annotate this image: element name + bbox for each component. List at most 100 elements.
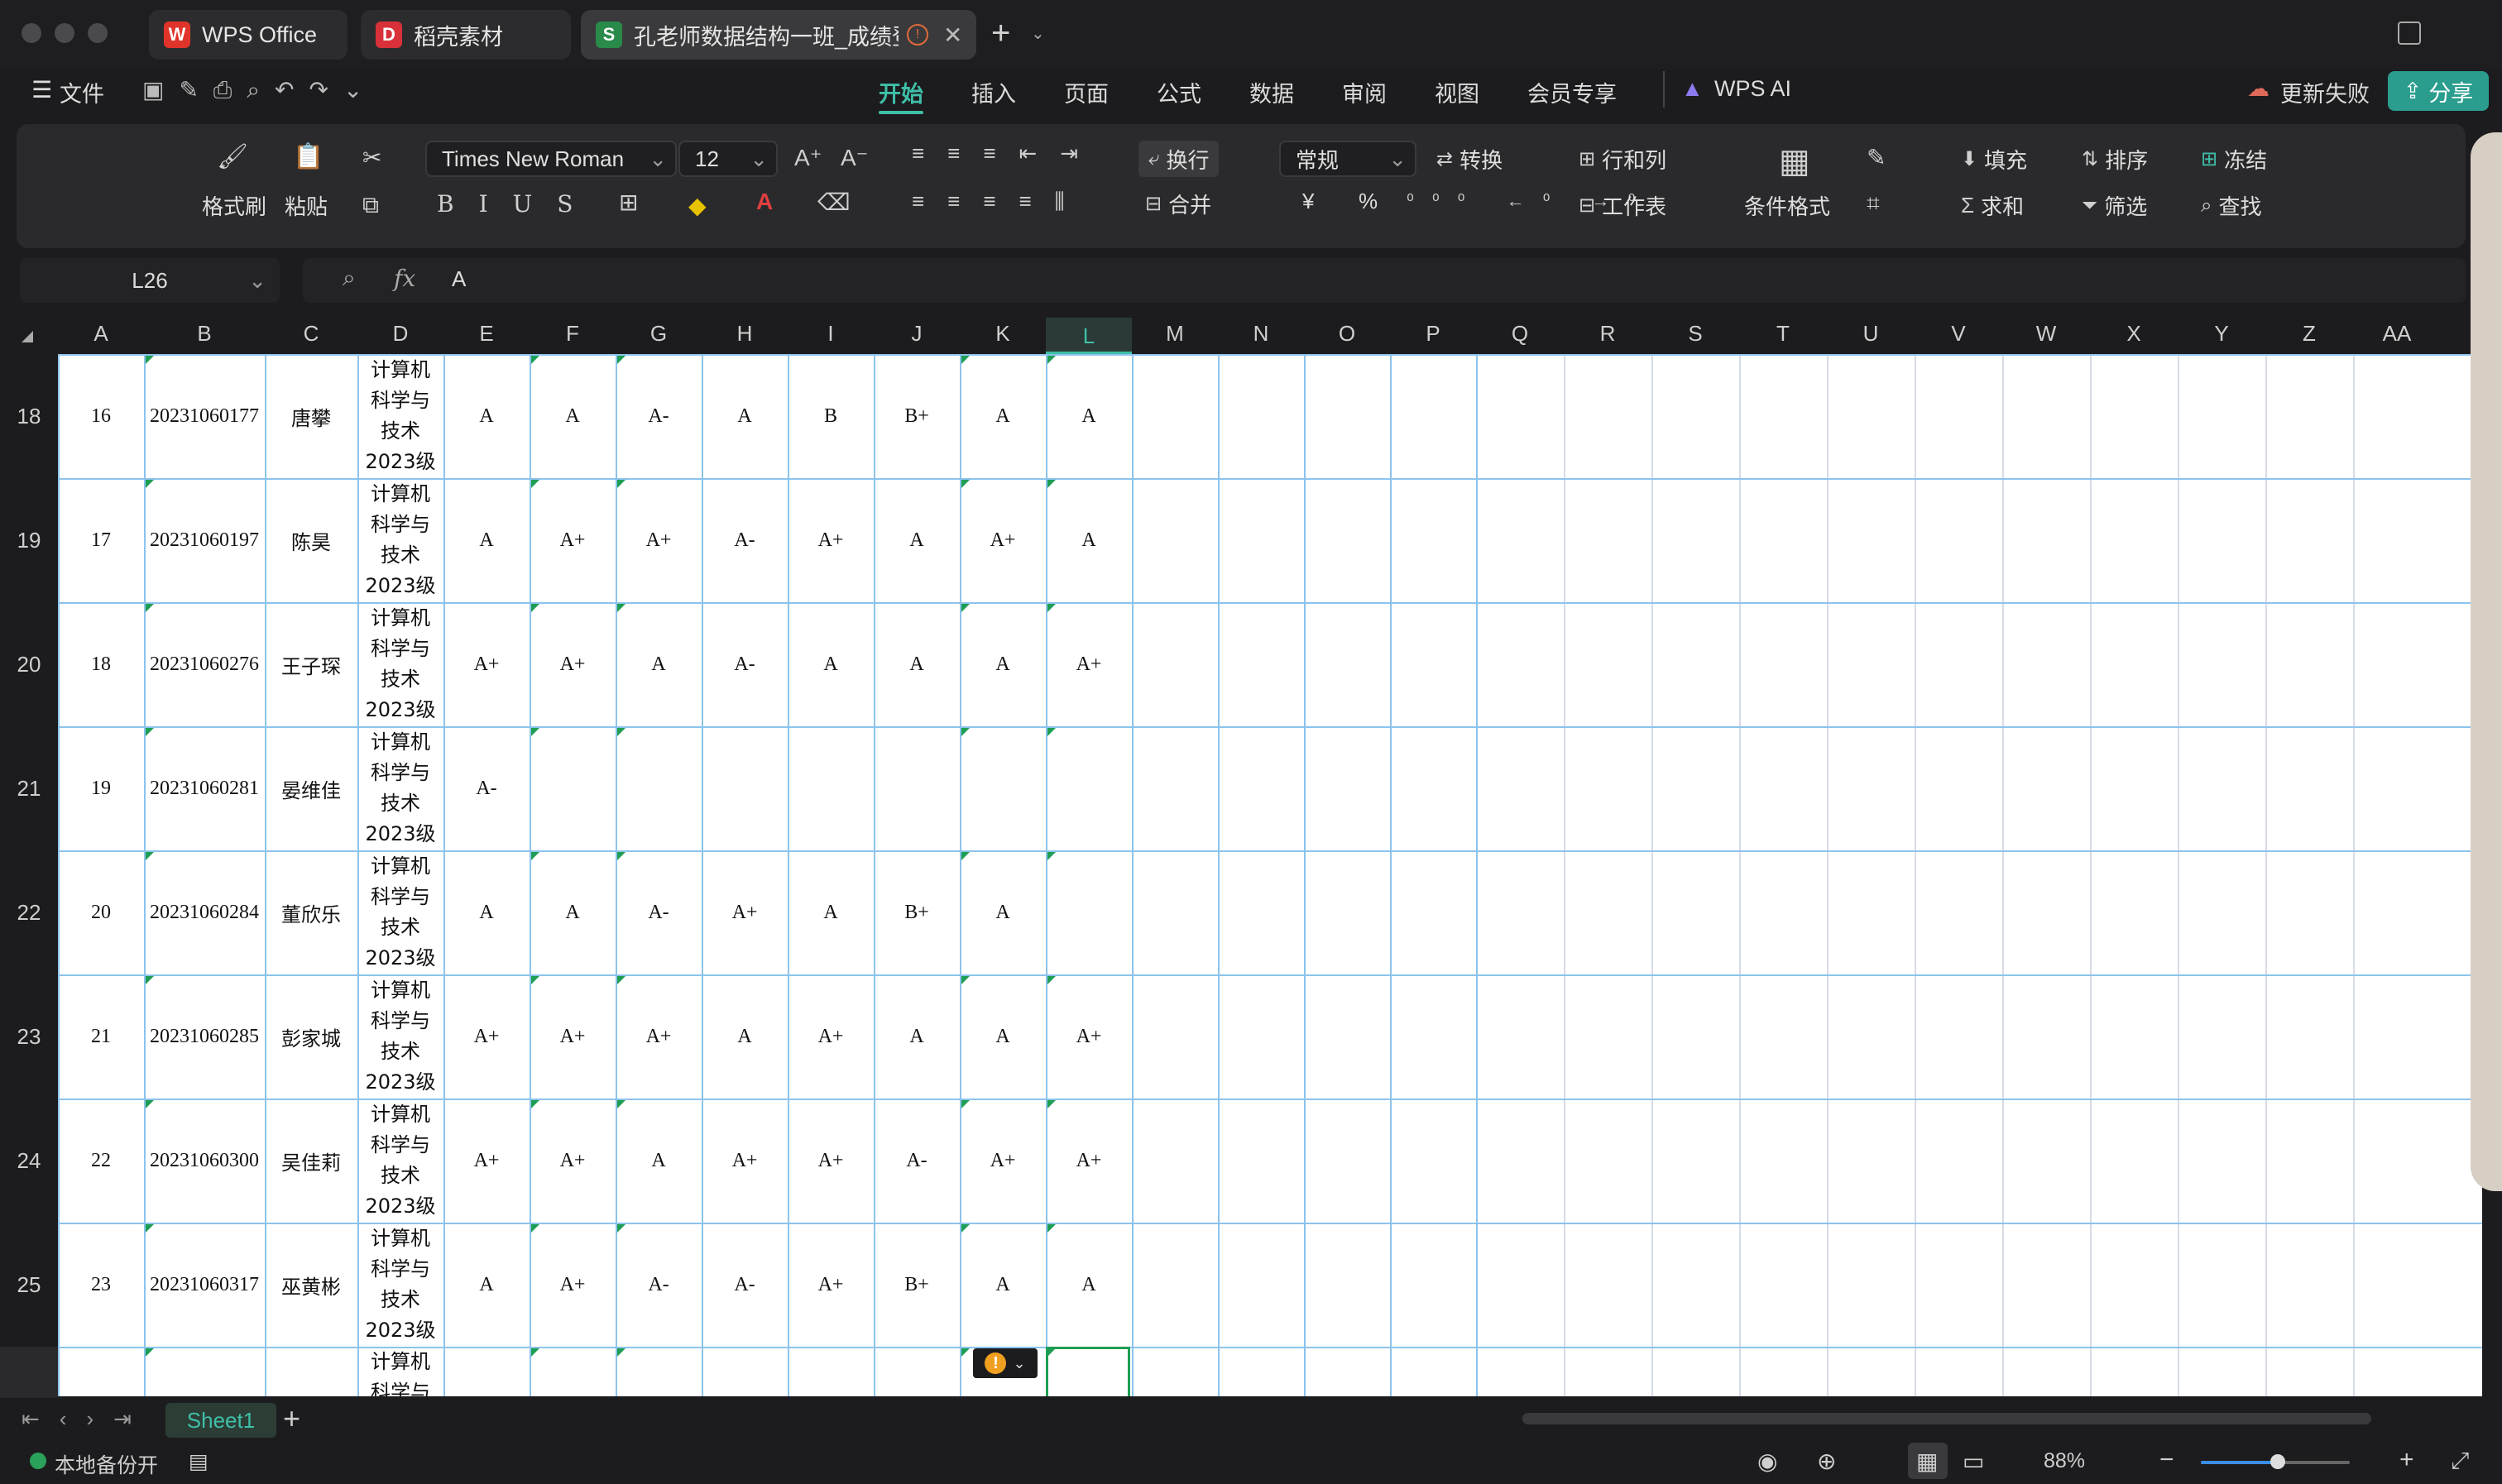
formula-content[interactable]: A (452, 266, 466, 292)
cell-a[interactable]: 17 (58, 478, 144, 602)
cell-h[interactable] (702, 1347, 788, 1396)
cell-g[interactable]: A+ (616, 974, 702, 1099)
cell-k[interactable]: A (960, 1223, 1046, 1347)
cell-f[interactable] (530, 1347, 616, 1396)
cell-e[interactable] (443, 1347, 530, 1396)
worksheet-button[interactable]: ⊟ 工作表 (1579, 190, 1666, 221)
cell-i[interactable]: A+ (788, 974, 874, 1099)
backup-status[interactable]: 本地备份开 (55, 1449, 158, 1479)
font-size-select[interactable]: 12 ⌄ (678, 141, 778, 177)
cell-j[interactable]: B+ (874, 1223, 960, 1347)
cell-f[interactable]: A (530, 354, 616, 478)
tab-docer-materials[interactable]: D 稻壳素材 (361, 10, 571, 60)
cell-i[interactable]: A+ (788, 478, 874, 602)
tab-spreadsheet[interactable]: S 孔老师数据结构一班_成绩登 ! ✕ (581, 10, 976, 60)
row-header[interactable]: 20 (0, 602, 58, 726)
cell-d[interactable]: 计算机 科学与 技术 2023级 (357, 726, 443, 850)
column-header-x[interactable]: X (2090, 321, 2178, 347)
cell-c[interactable]: 彭家城 (265, 974, 357, 1099)
cell-f[interactable] (530, 726, 616, 850)
column-header-b[interactable]: B (144, 321, 265, 347)
find-button[interactable]: ⌕ 查找 (2201, 190, 2261, 221)
cell-d[interactable]: 计算机 科学与 技术 2023级 (357, 478, 443, 602)
cell-c[interactable] (265, 1347, 357, 1396)
fx-icon[interactable]: fx (394, 265, 415, 292)
column-header-v[interactable]: V (1915, 321, 2002, 347)
cell-k[interactable]: A (960, 974, 1046, 1099)
cell-a[interactable]: 23 (58, 1223, 144, 1347)
cell-b[interactable]: 20231060285 (144, 974, 265, 1099)
cell-a[interactable]: 18 (58, 602, 144, 726)
cell-g[interactable] (616, 1347, 702, 1396)
column-header-j[interactable]: J (874, 321, 960, 347)
border-icon[interactable]: ⊞ (619, 189, 638, 216)
new-tab-button[interactable]: + (991, 15, 1010, 52)
merge-button[interactable]: ⊟ 合并 (1145, 189, 1211, 219)
cell-g[interactable] (616, 726, 702, 850)
horizontal-align-buttons[interactable]: ≡≡≡≡⫼ (912, 189, 1088, 215)
cell-i[interactable]: A+ (788, 1099, 874, 1223)
cell-d[interactable]: 计算机 科学与 技术 2023级 (357, 974, 443, 1099)
menu-data[interactable]: 数据 (1249, 76, 1294, 108)
column-header-m[interactable]: M (1132, 321, 1218, 347)
cell-l[interactable]: A+ (1046, 1099, 1132, 1223)
column-header-c[interactable]: C (265, 321, 357, 347)
cell-j[interactable]: A (874, 478, 960, 602)
cell-g[interactable]: A- (616, 1223, 702, 1347)
select-all-corner[interactable] (22, 331, 33, 342)
menu-review[interactable]: 审阅 (1342, 76, 1387, 108)
cell-a[interactable] (58, 1347, 144, 1396)
cell-i[interactable] (788, 726, 874, 850)
column-header-n[interactable]: N (1218, 321, 1304, 347)
cell-b[interactable]: 20231060276 (144, 602, 265, 726)
cell-a[interactable]: 22 (58, 1099, 144, 1223)
column-header-q[interactable]: Q (1476, 321, 1564, 347)
cell-g[interactable]: A- (616, 354, 702, 478)
cell-c[interactable]: 王子琛 (265, 602, 357, 726)
cell-b[interactable]: 20231060281 (144, 726, 265, 850)
cut-icon[interactable]: ✂ (362, 144, 381, 171)
cell-j[interactable]: A (874, 974, 960, 1099)
decrease-font-icon[interactable]: A⁻ (841, 144, 868, 171)
menu-insert[interactable]: 插入 (971, 76, 1016, 108)
sum-button[interactable]: Σ 求和 (1961, 190, 2024, 221)
column-header-p[interactable]: P (1390, 321, 1476, 347)
cell-a[interactable]: 16 (58, 354, 144, 478)
cell-f[interactable]: A (530, 850, 616, 974)
convert-button[interactable]: ⇄ 转换 (1436, 144, 1503, 175)
cell-h[interactable]: A (702, 354, 788, 478)
formula-bar[interactable] (303, 258, 2466, 303)
menu-page[interactable]: 页面 (1064, 76, 1109, 108)
cell-b[interactable]: 20231060177 (144, 354, 265, 478)
column-header-o[interactable]: O (1304, 321, 1390, 347)
tab-wps-office[interactable]: W WPS Office (149, 10, 348, 60)
menu-formula[interactable]: 公式 (1157, 76, 1201, 108)
cell-h[interactable]: A (702, 974, 788, 1099)
cell-j[interactable]: A (874, 602, 960, 726)
column-header-f[interactable]: F (530, 321, 616, 347)
wrap-text-button[interactable]: ⤶ 换行 (1138, 141, 1220, 177)
row-header[interactable]: 24 (0, 1099, 58, 1223)
column-header-l[interactable]: L (1046, 318, 1132, 354)
cell-c[interactable]: 晏维佳 (265, 726, 357, 850)
zoom-in-button[interactable]: + (2399, 1446, 2414, 1474)
cell-h[interactable]: A+ (702, 1099, 788, 1223)
column-header-u[interactable]: U (1827, 321, 1915, 347)
cell-c[interactable]: 吴佳莉 (265, 1099, 357, 1223)
font-style-buttons[interactable]: BIUS (437, 190, 597, 218)
hamburger-icon[interactable]: ☰ (31, 76, 52, 103)
cell-f[interactable]: A+ (530, 974, 616, 1099)
cell-a[interactable]: 21 (58, 974, 144, 1099)
row-header[interactable]: 25 (0, 1223, 58, 1347)
menu-member[interactable]: 会员专享 (1527, 76, 1617, 108)
sort-button[interactable]: ⇅ 排序 (2082, 144, 2148, 175)
cell-e[interactable]: A (443, 1223, 530, 1347)
tab-list-chevron-icon[interactable]: ⌄ (1031, 23, 1045, 44)
cell-k[interactable]: A (960, 354, 1046, 478)
row-header[interactable]: 21 (0, 726, 58, 850)
column-header-t[interactable]: T (1739, 321, 1827, 347)
vertical-align-buttons[interactable]: ≡≡≡⇤⇥ (912, 141, 1101, 166)
cell-h[interactable]: A+ (702, 850, 788, 974)
cell-l[interactable]: A (1046, 1223, 1132, 1347)
crop-icon[interactable]: ⌗ (1867, 190, 1880, 218)
